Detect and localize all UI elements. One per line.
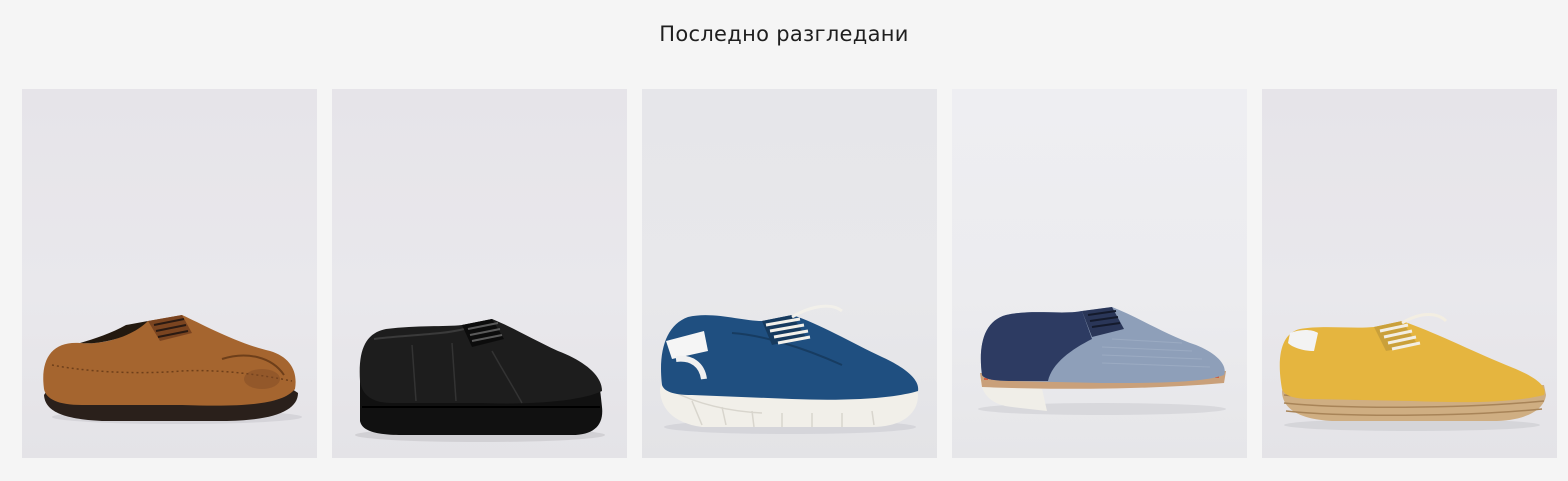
product-card-navy-derby[interactable] <box>952 89 1247 458</box>
navy-derby-image <box>978 307 1226 415</box>
black-sneaker-image <box>355 319 605 442</box>
recently-viewed-section: Последно разгледани <box>0 0 1568 481</box>
product-card-blue-sneaker[interactable] <box>642 89 937 458</box>
yellow-sneaker-image <box>1279 313 1546 431</box>
product-card-black-sneaker[interactable] <box>332 89 627 458</box>
blue-sneaker-image <box>660 304 919 434</box>
product-grid <box>22 89 1557 458</box>
brown-brogue-image <box>43 315 302 424</box>
section-title: Последно разгледани <box>659 22 909 46</box>
product-card-yellow-sneaker[interactable] <box>1262 89 1557 458</box>
product-card-brown-brogue[interactable] <box>22 89 317 458</box>
